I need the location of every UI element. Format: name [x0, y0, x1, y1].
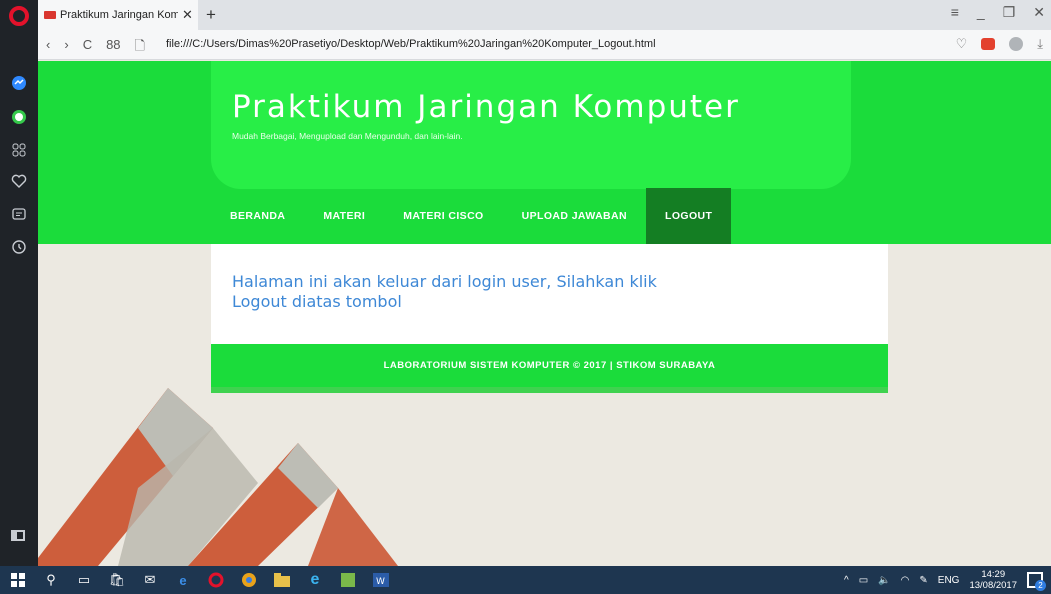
web-page: Praktikum Jaringan Komputer Mudah Berbag…	[38, 61, 1051, 566]
close-window-icon[interactable]: ✕	[1033, 4, 1045, 21]
logout-message: Halaman ini akan keluar dari login user,…	[232, 272, 657, 311]
search-icon[interactable]: ⚲	[41, 570, 61, 590]
speed-dial-button[interactable]: 88	[106, 37, 120, 59]
new-tab-button[interactable]: +	[206, 5, 216, 25]
messenger-icon[interactable]	[10, 74, 28, 92]
volume-icon[interactable]: 🔈	[878, 575, 890, 586]
main-menu: BERANDA MATERI MATERI CISCO UPLOAD JAWAB…	[211, 188, 732, 244]
language-indicator[interactable]: ENG	[938, 575, 960, 586]
bookmark-heart-icon[interactable]: ♡	[956, 36, 968, 52]
forward-icon[interactable]: ›	[64, 37, 68, 59]
store-icon[interactable]: 🛍	[107, 570, 127, 590]
taskbar-apps: ⚲ ▭ 🛍 ✉ e e W	[8, 570, 391, 590]
tab-bar: Praktikum Jaringan Kompu ✕ + ≡ _ ❐ ✕	[38, 0, 1051, 30]
opera-logo-icon[interactable]	[9, 6, 29, 26]
chrome-icon[interactable]	[239, 570, 259, 590]
menu-materi-cisco[interactable]: MATERI CISCO	[384, 188, 502, 244]
tab-title: Praktikum Jaringan Kompu	[60, 9, 178, 21]
speed-dial-icon[interactable]	[10, 141, 28, 159]
vpn-icon[interactable]	[1009, 37, 1024, 51]
whatsapp-icon[interactable]	[10, 108, 28, 126]
notification-count: 2	[1035, 580, 1046, 591]
site-title: Praktikum Jaringan Komputer	[232, 89, 740, 125]
page-icon: 🗋	[134, 38, 145, 53]
menu-beranda[interactable]: BERANDA	[211, 188, 304, 244]
url-field[interactable]: file:///C:/Users/Dimas%20Prasetiyo/Deskt…	[166, 38, 656, 50]
file-explorer-icon[interactable]	[272, 570, 292, 590]
browser-tab[interactable]: Praktikum Jaringan Kompu ✕	[38, 0, 198, 30]
windows-start-icon[interactable]	[8, 570, 28, 590]
svg-text:W: W	[376, 577, 385, 587]
back-icon[interactable]: ‹	[46, 37, 50, 59]
tray-arrow-icon[interactable]: ^	[844, 575, 849, 586]
clock-time: 14:29	[981, 569, 1006, 580]
system-tray: ^ ▭ 🔈 ◠ ✎ ENG 14:29 13/08/2017 2	[844, 569, 1046, 591]
app-icon[interactable]	[338, 570, 358, 590]
footer-text: LABORATORIUM SISTEM KOMPUTER © 2017 | ST…	[383, 360, 716, 371]
history-icon[interactable]	[10, 238, 28, 256]
minimize-icon[interactable]: _	[977, 4, 985, 21]
windows-taskbar: ⚲ ▭ 🛍 ✉ e e W ^ ▭ 🔈 ◠ ✎ ENG 14:29 13/08/…	[0, 566, 1051, 594]
battery-icon[interactable]: ▭	[859, 575, 868, 586]
header-banner	[211, 61, 851, 189]
tab-menu-icon[interactable]: ≡	[951, 4, 959, 21]
address-tools: ♡ ⤓	[956, 36, 1043, 52]
site-footer: LABORATORIUM SISTEM KOMPUTER © 2017 | ST…	[211, 344, 888, 387]
nav-buttons: ‹ › C 88 🗋	[46, 37, 145, 59]
opera-taskbar-icon[interactable]	[206, 570, 226, 590]
tab-close-icon[interactable]: ✕	[182, 7, 193, 23]
site-subtitle: Mudah Berbagai, Mengupload dan Mengunduh…	[232, 131, 463, 141]
browser-sidebar	[0, 0, 38, 566]
menu-upload-jawaban[interactable]: UPLOAD JAWABAN	[503, 188, 646, 244]
maximize-icon[interactable]: ❐	[1003, 4, 1016, 21]
reload-icon[interactable]: C	[83, 37, 92, 59]
news-icon[interactable]	[10, 205, 28, 223]
clock[interactable]: 14:29 13/08/2017	[969, 569, 1017, 591]
word-icon[interactable]: W	[371, 570, 391, 590]
address-bar: ‹ › C 88 🗋 file:///C:/Users/Dimas%20Pras…	[38, 30, 1051, 60]
download-icon[interactable]: ⤓	[1037, 36, 1043, 52]
window-controls: ≡ _ ❐ ✕	[951, 4, 1045, 21]
site-header: Praktikum Jaringan Komputer Mudah Berbag…	[38, 61, 1051, 244]
wifi-icon[interactable]: ◠	[901, 575, 910, 586]
pen-icon[interactable]: ✎	[919, 575, 927, 586]
content-box: Halaman ini akan keluar dari login user,…	[211, 244, 888, 344]
favicon-icon	[44, 11, 56, 19]
internet-explorer-icon[interactable]: e	[305, 570, 325, 590]
menu-logout[interactable]: LOGOUT	[646, 188, 732, 244]
heart-icon[interactable]	[10, 172, 28, 190]
edge-icon[interactable]: e	[173, 570, 193, 590]
sidebar-toggle-icon[interactable]	[11, 530, 25, 541]
task-view-icon[interactable]: ▭	[74, 570, 94, 590]
logo-watermark-icon	[38, 388, 398, 566]
notification-icon[interactable]: 2	[1027, 572, 1046, 591]
mail-icon[interactable]: ✉	[140, 570, 160, 590]
clock-date: 13/08/2017	[969, 580, 1017, 591]
adblock-icon[interactable]	[981, 38, 996, 50]
menu-materi[interactable]: MATERI	[304, 188, 384, 244]
